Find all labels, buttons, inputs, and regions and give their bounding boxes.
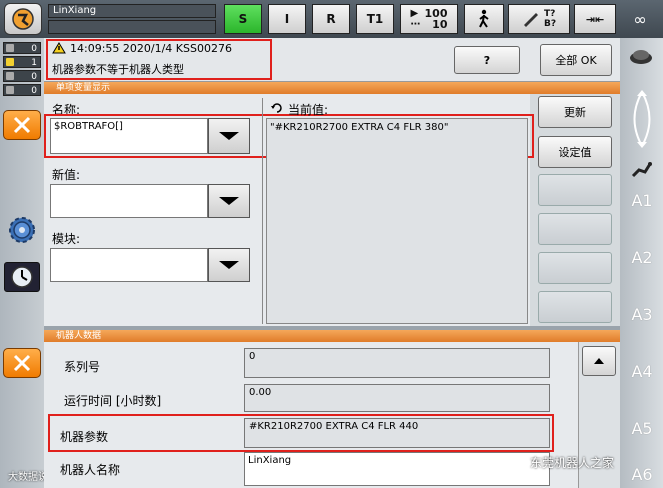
current-value-label: 当前值: [288,103,329,117]
walking-person-icon [479,9,489,28]
operating-mode-status[interactable]: T1 [356,4,394,34]
play-speed-icon: ▶ ⋯ [410,8,421,30]
tool-base-status[interactable]: T? B? [508,4,570,34]
clock-icon [11,266,33,288]
dialog-message-counter[interactable]: 0 [3,70,41,82]
watermark: 东莞机器人之家 [508,450,620,474]
tool-label: T? [543,9,556,19]
empty-softkey-1[interactable] [538,174,612,206]
column-divider [262,98,263,324]
refresh-icon [271,103,282,113]
watermark-left: 大数据说 [8,472,48,483]
new-value-dropdown-button[interactable] [208,184,250,218]
new-value-input[interactable] [50,184,208,218]
new-value-label: 新值: [52,168,81,182]
infinity-jog-button[interactable]: ∞ [620,4,660,34]
project-name-display [48,20,216,34]
warning-icon [6,58,14,66]
gear-icon [9,217,35,243]
incremental-jog-button[interactable]: ⇥⇤ [574,4,616,34]
machine-data-highlight [48,414,554,452]
submit-interpreter-status[interactable]: S [224,4,262,34]
close-robot-data-button[interactable] [3,348,41,378]
message-header: 14:09:55 2020/1/4 KSS00276 [70,42,232,55]
close-window-button[interactable] [3,110,41,140]
wechat-icon [508,455,526,469]
empty-softkey-2[interactable] [538,213,612,245]
main-menu-button[interactable] [4,3,42,35]
message-text: 机器参数不等于机器人类型 [52,63,184,76]
robot-data-section-header: 机器人数据 [44,330,620,342]
status-message-counter[interactable]: 1 [3,56,41,68]
ack-all-button[interactable]: 全部 OK [540,44,612,76]
single-var-section-header: 单项变量显示 [44,82,620,94]
axis-jog-mode-button[interactable] [630,160,654,178]
drives-status[interactable]: I [268,4,306,34]
close-icon [13,354,31,372]
3d-mouse-button[interactable] [628,46,654,66]
chevron-down-icon [219,261,239,269]
rotation-arrows-icon [633,90,651,148]
jog-mode-button[interactable] [464,4,504,34]
watermark-text: 东莞机器人之家 [530,455,615,470]
ack-message-counter[interactable]: 0 [3,42,41,54]
dialog-icon [6,72,14,80]
jog-override: 10 [432,18,448,31]
close-icon [13,116,31,134]
chevron-up-icon [594,358,604,364]
robot-name-display: LinXiang [48,4,216,18]
tool-icon [523,13,538,27]
info-icon [6,86,14,94]
ack-icon [6,44,14,52]
robot-name-input[interactable]: LinXiang [244,452,550,486]
axis-a1-label[interactable]: A1 [624,191,660,210]
base-label: B? [543,19,557,29]
clock-button[interactable] [4,262,40,292]
override-status[interactable]: ▶ ⋯ 100 10 [400,4,458,34]
module-input[interactable] [50,248,208,282]
update-button[interactable]: 更新 [538,96,612,128]
robot-arm-icon [631,162,652,178]
runtime-hours-label: 运行时间 [小时数] [64,394,162,408]
current-value-text: "#KR210R2700 EXTRA C4 FLR 380" [270,122,449,133]
message-help-button[interactable]: ? [454,46,520,74]
step-arrows-icon: ⇥⇤ [585,12,605,26]
warning-icon [52,42,66,54]
module-dropdown-button[interactable] [208,248,250,282]
robot-logo-icon [12,8,34,30]
robot-name-label: 机器人名称 [60,463,121,477]
current-value-box [266,118,528,324]
rotation-jog-control[interactable] [623,88,661,150]
axis-a2-label[interactable]: A2 [624,248,660,267]
spacemouse-icon [630,50,652,64]
settings-gear-button[interactable] [4,212,40,248]
serial-number-value: 0 [244,348,550,378]
empty-softkey-4[interactable] [538,291,612,323]
axis-a3-label[interactable]: A3 [624,305,660,324]
axis-a4-label[interactable]: A4 [624,362,660,381]
chevron-down-icon [219,197,239,205]
axis-a6-label[interactable]: A6 [624,465,660,484]
robot-interpreter-status[interactable]: R [312,4,350,34]
axis-a5-label[interactable]: A5 [624,419,660,438]
notice-message-counter[interactable]: 0 [3,84,41,96]
module-label: 模块: [52,232,81,246]
scroll-up-button[interactable] [582,346,616,376]
set-value-button[interactable]: 设定值 [538,136,612,168]
serial-number-label: 系列号 [64,360,101,374]
empty-softkey-3[interactable] [538,252,612,284]
runtime-hours-value: 0.00 [244,384,550,412]
